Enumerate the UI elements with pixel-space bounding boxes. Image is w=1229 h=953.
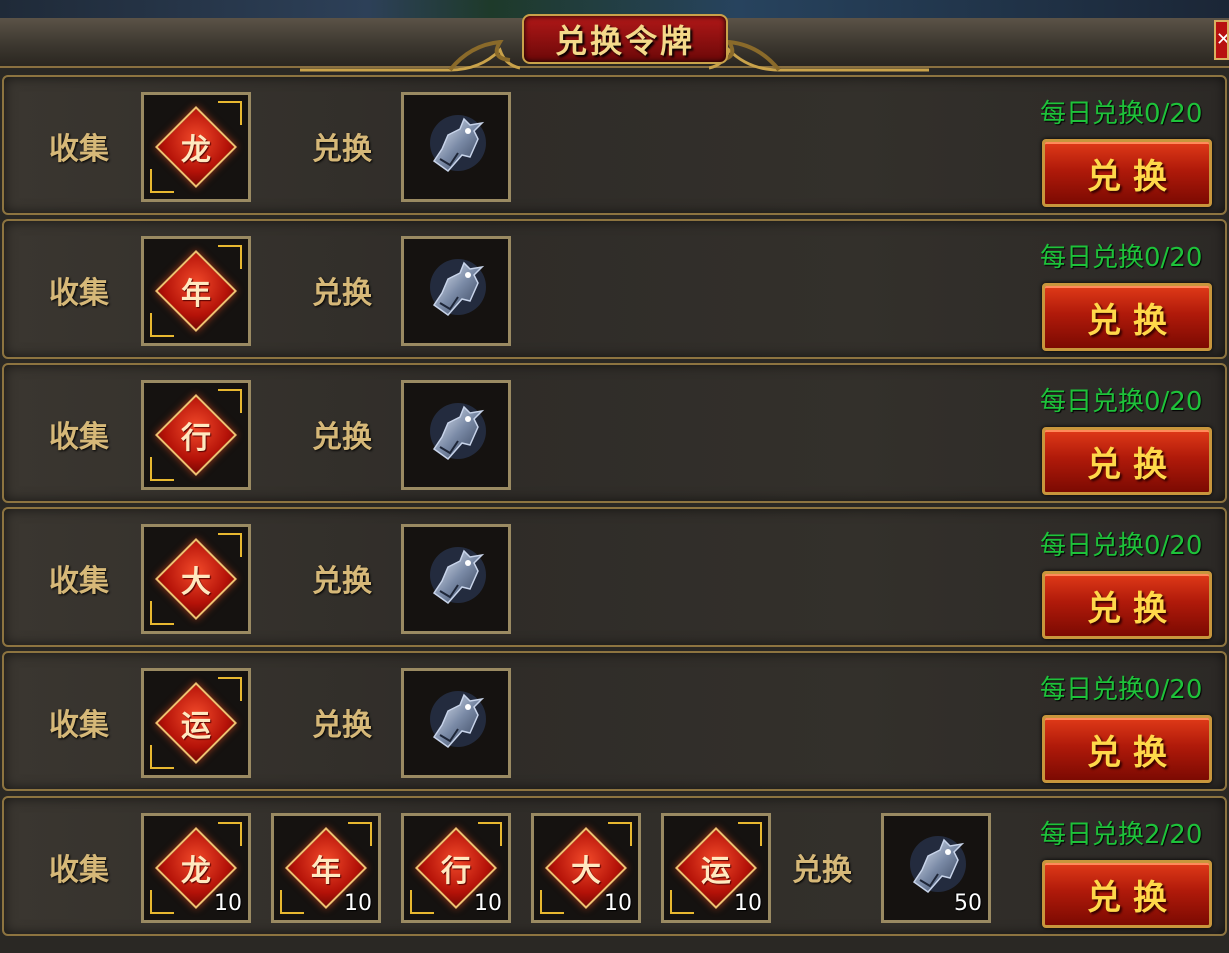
collect-item-slot[interactable]: 龙 [141, 92, 251, 202]
token-character: 运 [181, 709, 211, 744]
collect-label: 收集 [49, 564, 109, 599]
reward-item-slot[interactable] [401, 380, 511, 490]
exchange-label: 兑换 [312, 708, 372, 743]
silver-token-icon [430, 547, 486, 605]
token-character: 年 [181, 277, 211, 312]
reward-item-slot[interactable] [401, 236, 511, 346]
daily-limit: 每日兑换0/20 [1040, 531, 1203, 561]
reward-item-slot[interactable] [401, 92, 511, 202]
token-character: 行 [181, 421, 211, 456]
item-count: 10 [344, 891, 372, 916]
collect-item-slot[interactable]: 大 [141, 524, 251, 634]
collect-item-slot[interactable]: 年 10 [271, 813, 381, 923]
exchange-button-label: 兑换 [1087, 732, 1179, 773]
silver-token-icon [430, 115, 486, 173]
daily-limit: 每日兑换2/20 [1040, 820, 1203, 850]
reward-item-slot[interactable] [401, 524, 511, 634]
collect-item-slot[interactable]: 大 10 [531, 813, 641, 923]
exchange-button[interactable]: 兑换 [1042, 427, 1212, 495]
window-title: 兑换令牌 [554, 22, 695, 60]
reward-item-slot[interactable] [401, 668, 511, 778]
daily-limit: 每日兑换0/20 [1040, 387, 1203, 417]
exchange-row: 收集 行 兑换 每日兑换0/20 兑换 [2, 363, 1227, 503]
collect-label: 收集 [49, 853, 109, 888]
collect-item-slot[interactable]: 龙 10 [141, 813, 251, 923]
reward-count: 50 [954, 891, 982, 916]
collect-item-slot[interactable]: 运 [141, 668, 251, 778]
reward-item-slot[interactable]: 50 [881, 813, 991, 923]
item-count: 10 [604, 891, 632, 916]
collect-item-slot[interactable]: 行 [141, 380, 251, 490]
exchange-row: 收集 龙 兑换 每日兑换0/20 兑换 [2, 75, 1227, 215]
exchange-button[interactable]: 兑换 [1042, 860, 1212, 928]
collect-item-slot[interactable]: 行 10 [401, 813, 511, 923]
close-icon: ✕ [1216, 29, 1227, 50]
exchange-row: 收集 龙 10 年 10 行 10 大 10 运 10 兑换 50 每日兑换2/… [2, 796, 1227, 936]
exchange-button-label: 兑换 [1087, 300, 1179, 341]
exchange-button-label: 兑换 [1087, 877, 1179, 918]
collect-label: 收集 [49, 276, 109, 311]
title-plate: 兑换令牌 [522, 14, 728, 64]
exchange-row: 收集 运 兑换 每日兑换0/20 兑换 [2, 651, 1227, 791]
exchange-button-label: 兑换 [1087, 156, 1179, 197]
exchange-label: 兑换 [312, 132, 372, 167]
exchange-button[interactable]: 兑换 [1042, 139, 1212, 207]
token-character: 龙 [181, 133, 211, 168]
exchange-label: 兑换 [312, 276, 372, 311]
exchange-button[interactable]: 兑换 [1042, 283, 1212, 351]
right-ornament-icon [709, 40, 929, 72]
collect-label: 收集 [49, 132, 109, 167]
exchange-label: 兑换 [312, 420, 372, 455]
exchange-row: 收集 大 兑换 每日兑换0/20 兑换 [2, 507, 1227, 647]
collect-item-slot[interactable]: 年 [141, 236, 251, 346]
close-button[interactable]: ✕ [1214, 20, 1229, 60]
silver-token-icon [430, 259, 486, 317]
collect-label: 收集 [49, 420, 109, 455]
collect-label: 收集 [49, 708, 109, 743]
collect-item-slot[interactable]: 运 10 [661, 813, 771, 923]
exchange-button-label: 兑换 [1087, 588, 1179, 629]
exchange-row: 收集 年 兑换 每日兑换0/20 兑换 [2, 219, 1227, 359]
item-count: 10 [214, 891, 242, 916]
exchange-button-label: 兑换 [1087, 444, 1179, 485]
item-count: 10 [734, 891, 762, 916]
silver-token-icon [430, 691, 486, 749]
left-ornament-icon [300, 40, 520, 72]
daily-limit: 每日兑换0/20 [1040, 243, 1203, 273]
silver-token-icon [430, 403, 486, 461]
exchange-button[interactable]: 兑换 [1042, 571, 1212, 639]
daily-limit: 每日兑换0/20 [1040, 675, 1203, 705]
item-count: 10 [474, 891, 502, 916]
token-character: 大 [181, 565, 211, 600]
daily-limit: 每日兑换0/20 [1040, 99, 1203, 129]
exchange-label: 兑换 [312, 564, 372, 599]
exchange-button[interactable]: 兑换 [1042, 715, 1212, 783]
exchange-label: 兑换 [792, 853, 852, 888]
